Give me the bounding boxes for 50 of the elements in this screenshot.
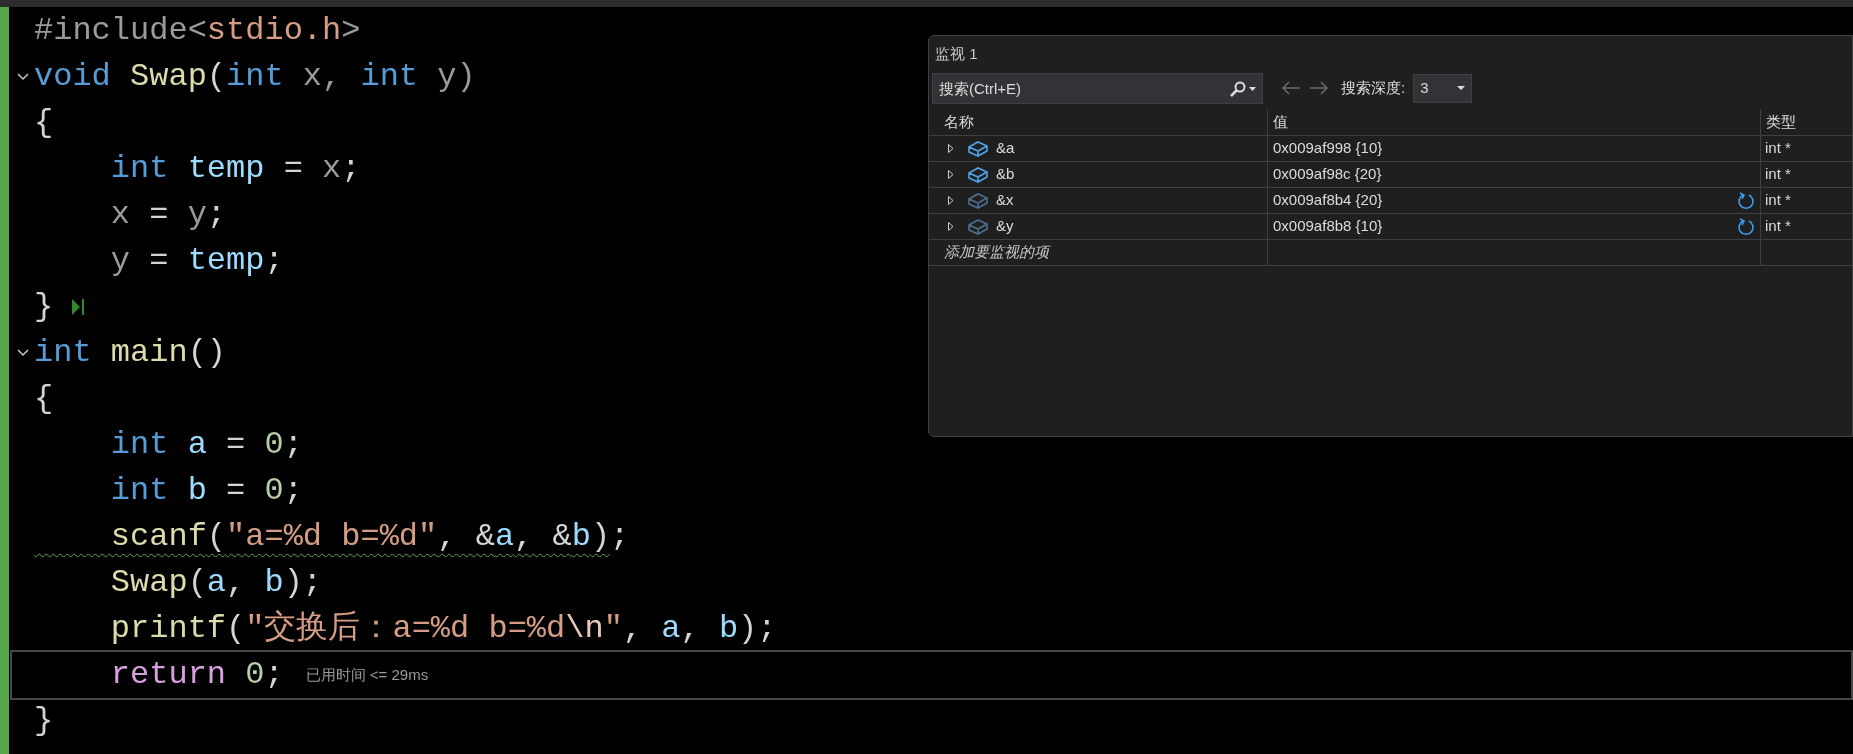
depth-dropdown[interactable]: 3 — [1413, 73, 1473, 103]
watch-type: int * — [1765, 164, 1791, 185]
watch-type: int * — [1765, 190, 1791, 211]
watch-value: 0x009af998 {10} — [1273, 138, 1383, 159]
collapse-icon[interactable] — [17, 73, 29, 81]
code-line: void Swap(int x, int y) — [34, 57, 476, 97]
watch-name: &b — [996, 164, 1015, 185]
search-field[interactable]: 搜索(Ctrl+E) — [932, 72, 1263, 104]
refresh-icon[interactable] — [1737, 217, 1755, 236]
code-line: int temp = x; — [109, 149, 361, 189]
expand-icon[interactable] — [948, 196, 954, 205]
panel-title: 监视 1 — [935, 43, 978, 64]
collapse-icon[interactable] — [17, 349, 29, 357]
step-marker-icon — [71, 296, 86, 318]
watch-type: int * — [1765, 138, 1791, 159]
watch-name: &x — [996, 190, 1014, 211]
code-line: #include<stdio.h> — [34, 11, 361, 51]
refresh-icon[interactable] — [1737, 191, 1755, 210]
code-line: } — [34, 701, 54, 741]
watch-value: 0x009af98c {20} — [1273, 164, 1382, 185]
code-line: int main() — [34, 333, 227, 373]
depth-label: 搜索深度: — [1341, 77, 1406, 98]
elapsed-time-hint: 已用时间 <= 29ms — [305, 664, 429, 685]
watch-value: 0x009af8b8 {10} — [1273, 216, 1383, 237]
code-line: Swap(a, b); — [109, 563, 323, 603]
back-arrow-icon[interactable] — [1281, 81, 1301, 95]
expand-icon[interactable] — [948, 170, 954, 179]
expand-icon[interactable] — [948, 222, 954, 231]
code-line: printf("交换后：a=%d b=%d\n", a, b); — [109, 609, 777, 649]
watch-value: 0x009af8b4 {20} — [1273, 190, 1383, 211]
code-line: { — [34, 103, 54, 143]
forward-arrow-icon[interactable] — [1309, 81, 1329, 95]
code-line: int a = 0; — [109, 425, 303, 465]
dropdown-caret-icon — [1457, 85, 1466, 91]
column-header[interactable]: 值 — [1273, 110, 1288, 134]
code-line: int b = 0; — [109, 471, 303, 511]
code-line: return 0; — [109, 655, 284, 695]
code-line: } — [34, 287, 54, 327]
expand-icon[interactable] — [948, 144, 954, 153]
watch-type: int * — [1765, 216, 1791, 237]
code-line: scanf("a=%d b=%d", &a, &b); — [109, 517, 630, 557]
search-icon[interactable] — [1229, 80, 1257, 97]
code-line: { — [34, 379, 54, 419]
watch-name: &y — [996, 216, 1014, 237]
column-header[interactable]: 类型 — [1766, 110, 1796, 134]
add-watch-field[interactable]: 添加要监视的项 — [944, 241, 1049, 264]
column-header[interactable]: 名称 — [944, 110, 974, 134]
code-line: x = y; — [109, 195, 227, 235]
watch-name: &a — [996, 138, 1015, 159]
code-line: y = temp; — [109, 241, 284, 281]
